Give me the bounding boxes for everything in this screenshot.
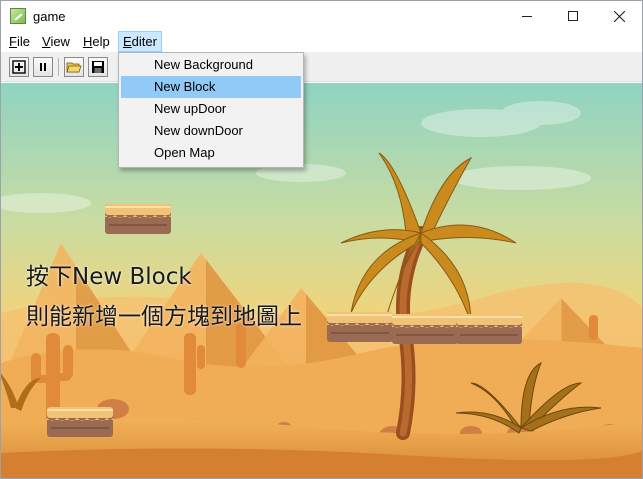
block-platform[interactable]	[392, 314, 458, 344]
block-platform[interactable]	[327, 312, 393, 342]
menu-help-label: Help	[83, 34, 110, 49]
minimize-button[interactable]	[504, 1, 550, 31]
caption-line-1: 按下New Block	[26, 264, 192, 290]
game-canvas[interactable]: 按下New Block 則能新增一個方塊到地圖上	[1, 83, 642, 478]
menu-editer[interactable]: Editer	[118, 31, 162, 52]
game-window: game File View Help Editer 按下New Block 則…	[0, 0, 643, 479]
open-folder-icon	[66, 62, 82, 73]
add-button[interactable]	[9, 57, 29, 77]
save-button[interactable]	[88, 57, 108, 77]
menu-access-key: V	[42, 34, 51, 49]
window-title: game	[33, 9, 66, 24]
menu-item-new-background[interactable]: New Background	[121, 54, 301, 76]
open-button[interactable]	[64, 57, 84, 77]
menu-file-label: File	[9, 34, 30, 49]
menu-help[interactable]: Help	[79, 31, 114, 52]
menu-bar: File View Help Editer	[1, 31, 642, 52]
pause-button[interactable]	[33, 57, 53, 77]
menu-item-new-block[interactable]: New Block	[121, 76, 301, 98]
maximize-icon	[568, 11, 578, 21]
toolbar	[1, 52, 642, 82]
menu-access-key: E	[123, 34, 132, 49]
menu-editer-label: Editer	[123, 34, 157, 49]
close-button[interactable]	[596, 1, 642, 31]
toolbar-separator	[58, 58, 59, 76]
menu-item-new-updoor[interactable]: New upDoor	[121, 98, 301, 120]
block-platform[interactable]	[456, 314, 522, 344]
menu-view-label: View	[42, 34, 70, 49]
title-bar[interactable]: game	[1, 1, 642, 31]
minimize-icon	[522, 15, 532, 17]
menu-file[interactable]: File	[5, 31, 34, 52]
add-icon	[12, 60, 26, 74]
block-platform[interactable]	[47, 407, 113, 437]
caption-line-2: 則能新增一個方塊到地圖上	[26, 304, 302, 330]
editer-dropdown-menu: New Background New Block New upDoor New …	[118, 52, 304, 168]
menu-access-key: F	[9, 34, 17, 49]
block-platform[interactable]	[105, 204, 171, 234]
game-app-icon	[10, 8, 26, 24]
maximize-button[interactable]	[550, 1, 596, 31]
save-icon	[92, 61, 104, 73]
close-icon	[613, 10, 625, 22]
pause-icon	[40, 63, 46, 71]
menu-item-new-downdoor[interactable]: New downDoor	[121, 120, 301, 142]
menu-view[interactable]: View	[38, 31, 74, 52]
menu-access-key: H	[83, 34, 93, 49]
menu-item-open-map[interactable]: Open Map	[121, 142, 301, 164]
